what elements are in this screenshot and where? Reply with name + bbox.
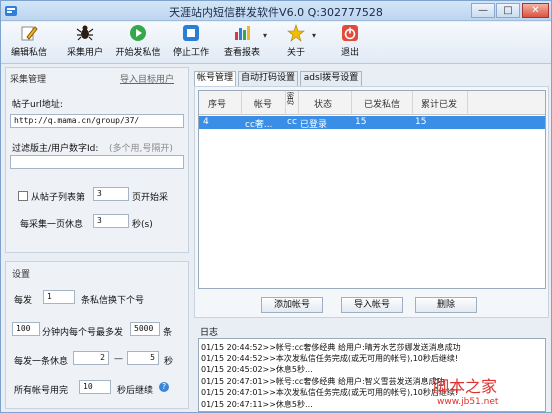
toolbar: 编辑私信 采集用户 开始发私信 停止工作 查看报表 ▾ 关于 ▾ 退出: [1, 22, 551, 64]
minutes-input[interactable]: 100: [12, 322, 40, 336]
rest-unit: 秒: [164, 357, 174, 367]
window-title: 天涯站内短信群发软件V6.0 Q:302777528: [169, 6, 383, 19]
cell-password: cc: [287, 117, 297, 127]
log-line: 01/15 20:47:11>>休息5秒...: [201, 400, 313, 409]
log-title: 日志: [200, 328, 219, 338]
watermark-url: www.jb51.net: [437, 397, 499, 407]
delete-account-button[interactable]: 删除: [415, 297, 477, 313]
log-line: 01/15 20:45:02>>休息5秒...: [201, 365, 313, 374]
max-per-account-input[interactable]: 5000: [130, 322, 160, 336]
settings-panel-title: 设置: [12, 270, 31, 280]
tab-captcha-settings[interactable]: 自动打码设置: [238, 71, 298, 86]
collect-panel-title: 采集管理: [10, 75, 47, 85]
cell-id: 4: [203, 117, 209, 127]
all-used-label: 所有帐号用完: [14, 386, 69, 396]
rest-max-input[interactable]: 5: [127, 351, 159, 365]
exit-label: 退出: [340, 48, 359, 58]
from-page-input[interactable]: 3: [93, 187, 129, 201]
filter-label: 过滤版主/用户数字Id:: [12, 144, 99, 154]
col-id-header[interactable]: 序号: [208, 97, 226, 110]
from-page-label: 从帖子列表第: [31, 193, 86, 203]
play-icon: [130, 25, 146, 41]
watermark: 脚本之家 www.jb51.net: [433, 373, 551, 412]
stop-icon: [183, 25, 199, 41]
about-dropdown-arrow[interactable]: ▾: [312, 31, 316, 40]
minutes-label: 分钟内每个号最多发: [42, 328, 124, 338]
settings-panel: 设置 每发 1 条私信换下个号 100 分钟内每个号最多发 5000 条 每发一…: [5, 261, 189, 409]
post-url-label: 帖子url地址:: [12, 100, 63, 110]
from-page-suffix: 页开始采: [132, 193, 169, 203]
watermark-text: 脚本之家: [433, 377, 498, 396]
cell-total: 15: [415, 117, 427, 127]
stop-work-label: 停止工作: [172, 48, 209, 58]
about-button[interactable]: 关于: [282, 24, 310, 62]
rest-min-input[interactable]: 2: [73, 351, 109, 365]
edit-message-label: 编辑私信: [11, 48, 48, 58]
col-sent-header[interactable]: 已发私信: [364, 97, 400, 110]
collect-users-button[interactable]: 采集用户: [65, 24, 105, 62]
log-line: 01/15 20:47:01>>本次发私信任务完成(或无可用的帐号),10秒后继…: [201, 388, 459, 397]
add-account-button[interactable]: 添加帐号: [261, 297, 323, 313]
table-header: 序号 帐号 密码 状态 已发私信 累计已发: [199, 91, 545, 115]
filter-ids-input[interactable]: [10, 155, 184, 169]
about-label: 关于: [286, 48, 305, 58]
title-bar: 天涯站内短信群发软件V6.0 Q:302777528 — □ ✕: [1, 1, 551, 21]
col-password-header[interactable]: 密码: [287, 93, 296, 106]
collect-users-label: 采集用户: [66, 48, 103, 58]
filter-hint: (多个用,号隔开): [109, 144, 173, 154]
rest-per-page-suffix: 秒(s): [132, 220, 153, 230]
star-icon: [287, 24, 305, 42]
cell-status: 已登录: [300, 120, 328, 130]
col-account-header[interactable]: 帐号: [254, 97, 272, 110]
maximize-button[interactable]: □: [496, 3, 520, 18]
per-send-suffix: 条私信换下个号: [81, 296, 145, 306]
tab-adsl-settings[interactable]: adsl拨号设置: [300, 71, 362, 86]
view-report-button[interactable]: 查看报表: [222, 24, 262, 62]
accounts-table: 序号 帐号 密码 状态 已发私信 累计已发 4 cc奢... cc 已登录 15…: [198, 90, 546, 289]
import-account-button[interactable]: 导入帐号: [341, 297, 403, 313]
edit-message-button[interactable]: 编辑私信: [11, 24, 47, 62]
report-dropdown-arrow[interactable]: ▾: [263, 31, 267, 40]
rest-per-page-label: 每采集一页休息: [20, 220, 84, 230]
cell-sent: 15: [355, 117, 367, 127]
cell-account: cc奢...: [245, 120, 273, 130]
all-used-input[interactable]: 10: [79, 380, 111, 394]
view-report-label: 查看报表: [223, 48, 260, 58]
from-page-checkbox[interactable]: [18, 191, 28, 201]
col-status-header[interactable]: 状态: [314, 97, 332, 110]
per-send-label: 每发: [14, 296, 33, 306]
exit-icon: [342, 25, 358, 41]
table-row[interactable]: 4 cc奢... cc 已登录 15 15: [199, 116, 545, 130]
rest-per-message-label: 每发一条休息: [14, 357, 69, 367]
log-line: 01/15 20:44:52>>帐号:cc奢侈经典 给用户:晴芳水艺莎娜发送消息…: [201, 343, 461, 352]
stop-work-button[interactable]: 停止工作: [171, 24, 211, 62]
app-window: 天涯站内短信群发软件V6.0 Q:302777528 — □ ✕ 编辑私信 采集…: [0, 0, 552, 413]
log-line: 01/15 20:47:01>>帐号:cc奢侈经典 给用户:智义雪芸发送消息成功: [201, 377, 445, 386]
col-total-header[interactable]: 累计已发: [421, 97, 457, 110]
start-send-button[interactable]: 开始发私信: [114, 24, 162, 62]
start-send-label: 开始发私信: [115, 48, 161, 58]
collect-panel: 采集管理 导入目标用户 帖子url地址: http://q.mama.cn/gr…: [5, 67, 189, 253]
all-used-suffix: 秒后继续: [117, 386, 154, 396]
report-icon: [235, 26, 250, 40]
range-dash: —: [114, 354, 123, 364]
import-users-link[interactable]: 导入目标用户: [120, 72, 174, 85]
per-send-input[interactable]: 1: [43, 290, 75, 304]
exit-button[interactable]: 退出: [336, 24, 364, 62]
tab-account-management[interactable]: 帐号管理: [194, 71, 236, 87]
max-per-account-suffix: 条: [163, 328, 173, 338]
minimize-button[interactable]: —: [471, 3, 495, 18]
pencil-icon: [21, 26, 38, 41]
close-button[interactable]: ✕: [522, 3, 549, 18]
log-line: 01/15 20:44:52>>本次发私信任务完成(或无可用的帐号),10秒后继…: [201, 354, 459, 363]
help-icon[interactable]: ?: [159, 382, 169, 392]
spider-icon: [76, 25, 94, 41]
rest-per-page-input[interactable]: 3: [93, 214, 129, 228]
post-url-input[interactable]: http://q.mama.cn/group/37/: [10, 114, 184, 128]
